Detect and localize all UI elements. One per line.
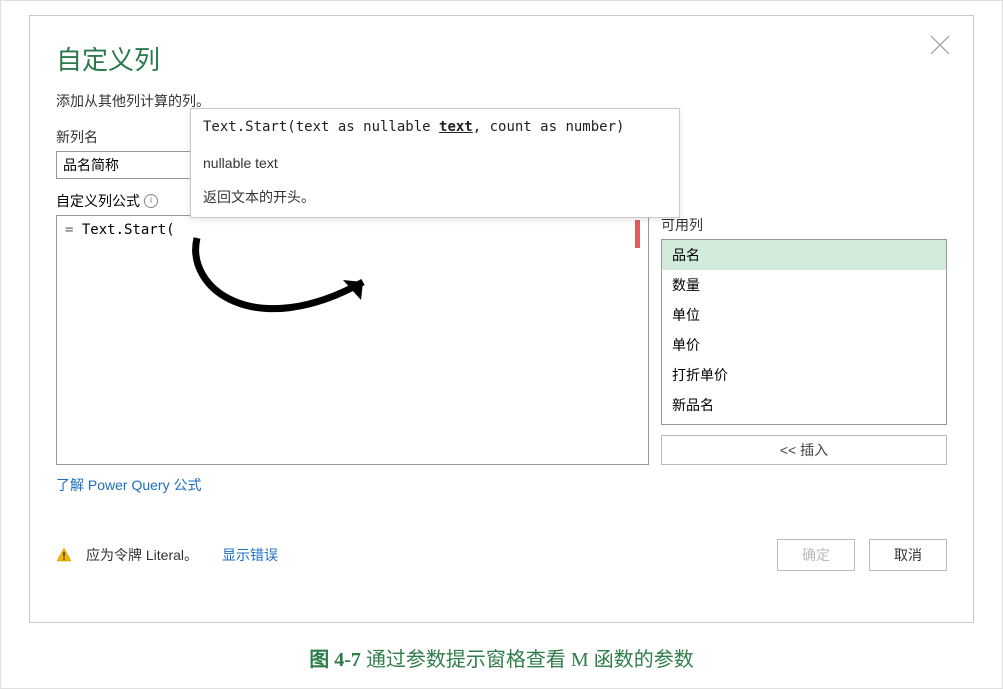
formula-label: 自定义列公式	[56, 191, 140, 211]
formula-text: Text.Start(	[82, 222, 175, 238]
available-column-item[interactable]: 单价	[662, 330, 946, 360]
info-icon[interactable]: i	[144, 194, 158, 208]
available-column-item[interactable]: 新品名	[662, 390, 946, 420]
custom-column-dialog: 自定义列 添加从其他列计算的列。 新列名 自定义列公式 i = Text.Sta…	[29, 15, 974, 623]
learn-pq-link[interactable]: 了解 Power Query 公式	[56, 477, 201, 493]
tooltip-return-type: nullable text	[203, 155, 667, 171]
ok-button[interactable]: 确定	[777, 539, 855, 571]
intellisense-tooltip: Text.Start(text as nullable text, count …	[190, 108, 680, 218]
available-column-item[interactable]: 打折单价	[662, 360, 946, 390]
available-column-item[interactable]: 单位	[662, 300, 946, 330]
formula-input[interactable]: = Text.Start(	[56, 215, 649, 465]
available-columns-label: 可用列	[661, 215, 947, 235]
warning-icon	[56, 547, 72, 563]
cancel-button[interactable]: 取消	[869, 539, 947, 571]
warning-text: 应为令牌 Literal。	[86, 545, 198, 565]
dialog-title: 自定义列	[56, 40, 947, 77]
available-column-item[interactable]: 数量	[662, 270, 946, 300]
close-icon[interactable]	[929, 34, 951, 56]
new-column-name-input[interactable]	[56, 151, 206, 179]
annotation-arrow	[185, 234, 425, 344]
tooltip-signature: Text.Start(text as nullable text, count …	[203, 119, 667, 135]
error-marker	[57, 464, 640, 468]
insert-button[interactable]: << 插入	[661, 435, 947, 465]
formula-prefix: =	[65, 222, 82, 238]
figure-caption: 图 4-7 通过参数提示窗格查看 M 函数的参数	[1, 643, 1002, 672]
show-errors-link[interactable]: 显示错误	[222, 545, 278, 565]
available-columns-list: 品名数量单位单价打折单价新品名	[661, 239, 947, 425]
tooltip-description: 返回文本的开头。	[203, 187, 667, 207]
available-column-item[interactable]: 品名	[662, 240, 946, 270]
